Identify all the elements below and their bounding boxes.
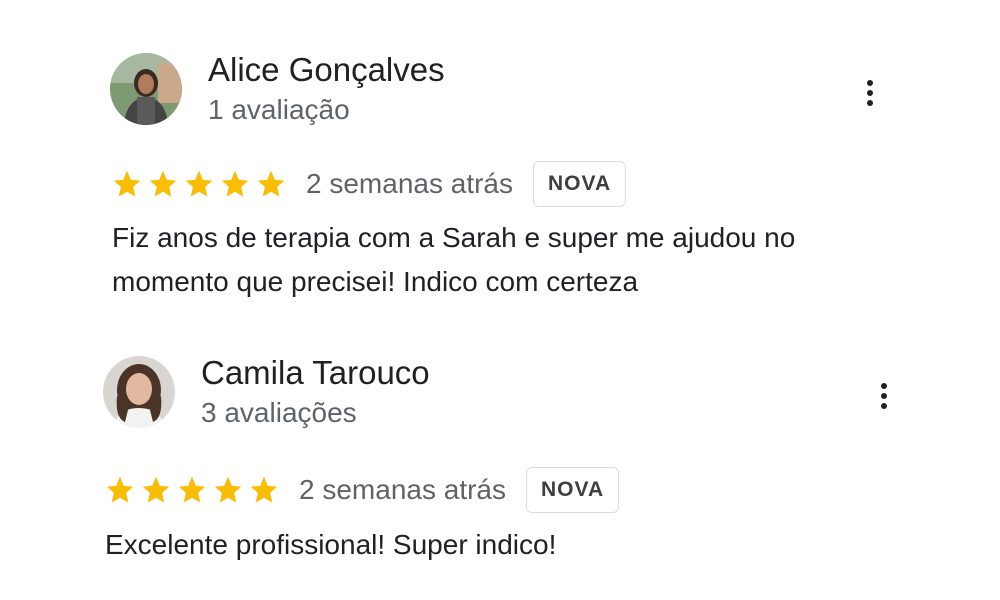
review-text: Fiz anos de terapia com a Sarah e super … (112, 222, 796, 297)
reviews-page: Alice Gonçalves 1 avaliação 2 semanas at… (0, 0, 1000, 600)
review-time: 2 semanas atrás (299, 474, 506, 505)
review-card: Alice Gonçalves 1 avaliação 2 semanas at… (110, 50, 930, 297)
star-icon (142, 476, 170, 503)
review-card: Camila Tarouco 3 avaliações 2 semanas at… (103, 353, 923, 560)
author-review-count: 1 avaliação (208, 94, 350, 125)
more-options-button[interactable] (874, 379, 894, 413)
author-review-count: 3 avaliações (201, 397, 357, 428)
star-rating (110, 168, 288, 200)
star-icon (250, 476, 278, 503)
review-meta: 2 semanas atrás NOVA (110, 160, 627, 208)
more-vert-icon (867, 80, 873, 86)
review-header: Alice Gonçalves 1 avaliação (110, 50, 930, 134)
star-icon (178, 476, 206, 503)
star-icon (106, 476, 134, 503)
star-icon (149, 170, 177, 197)
author-name[interactable]: Alice Gonçalves (208, 50, 445, 90)
new-badge: NOVA (526, 467, 620, 513)
review-meta: 2 semanas atrás NOVA (103, 466, 620, 514)
star-icon (185, 170, 213, 197)
more-options-button[interactable] (860, 76, 880, 110)
star-rating (103, 474, 281, 506)
star-icon (257, 170, 285, 197)
author-name[interactable]: Camila Tarouco (201, 353, 430, 393)
more-vert-icon (881, 383, 887, 389)
star-icon (214, 476, 242, 503)
review-text: Excelente profissional! Super indico! (105, 529, 557, 560)
avatar[interactable] (103, 356, 175, 428)
star-icon (221, 170, 249, 197)
avatar[interactable] (110, 53, 182, 125)
review-time: 2 semanas atrás (306, 168, 513, 199)
review-header: Camila Tarouco 3 avaliações (103, 353, 923, 437)
star-icon (113, 170, 141, 197)
new-badge: NOVA (533, 161, 627, 207)
